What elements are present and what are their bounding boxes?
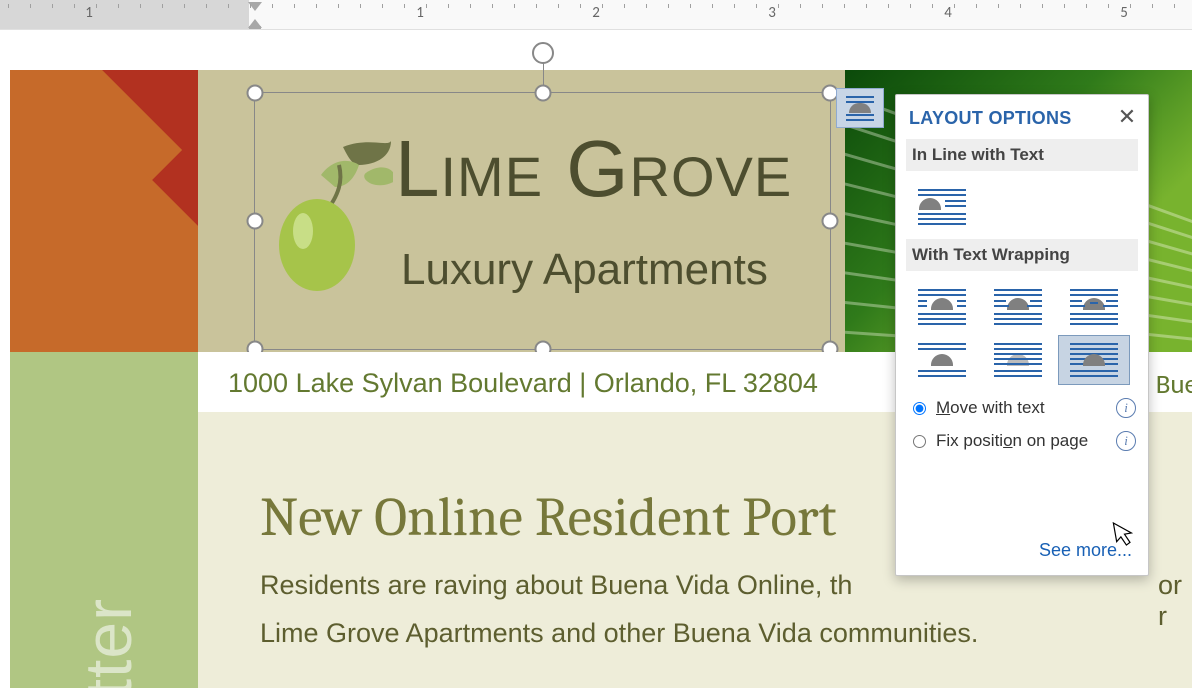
layout-options-flyout: LAYOUT OPTIONS ✕ In Line with Text With … xyxy=(895,94,1149,576)
layout-options-toggle[interactable] xyxy=(836,88,884,128)
wrap-behind-text[interactable] xyxy=(982,335,1054,385)
resize-handle-nw[interactable] xyxy=(247,85,264,102)
wrap-tight[interactable] xyxy=(982,281,1054,331)
resize-handle-n[interactable] xyxy=(534,85,551,102)
radio-fix-position-on-page[interactable] xyxy=(913,435,926,448)
layout-options-title: LAYOUT OPTIONS xyxy=(909,108,1072,128)
address-right-fragment: Bue xyxy=(1156,368,1192,401)
document-heading[interactable]: New Online Resident Port xyxy=(260,485,837,549)
info-icon[interactable]: i xyxy=(1116,398,1136,418)
ruler[interactable]: 112345 xyxy=(0,0,1192,30)
decorative-sidebar-red xyxy=(10,70,198,352)
section-with-text-wrapping: With Text Wrapping xyxy=(906,239,1138,271)
close-icon[interactable]: ✕ xyxy=(1116,107,1138,129)
info-icon[interactable]: i xyxy=(1116,431,1136,451)
selected-picture[interactable]: Lime Grove Luxury Apartments xyxy=(254,92,831,350)
radio-fix-position-label[interactable]: Fix position on page xyxy=(936,430,1088,453)
logo-title: Lime Grove xyxy=(395,123,792,215)
logo-subtitle: Luxury Apartments xyxy=(401,245,768,295)
wrap-inline-with-text[interactable] xyxy=(906,181,978,231)
document-paragraph-line2[interactable]: Lime Grove Apartments and other Buena Vi… xyxy=(260,618,1192,649)
lime-logo-icon xyxy=(273,135,393,305)
resize-handle-e[interactable] xyxy=(822,213,839,230)
wrap-square[interactable] xyxy=(906,281,978,331)
resize-handle-w[interactable] xyxy=(247,213,264,230)
wrap-top-and-bottom[interactable] xyxy=(906,335,978,385)
section-in-line-with-text: In Line with Text xyxy=(906,139,1138,171)
sidebar-vertical-text: etter xyxy=(70,598,146,688)
rotate-handle[interactable] xyxy=(532,42,554,64)
wrap-in-front-of-text[interactable] xyxy=(1058,335,1130,385)
wrap-through[interactable] xyxy=(1058,281,1130,331)
radio-move-with-text[interactable] xyxy=(913,402,926,415)
address-text: 1000 Lake Sylvan Boulevard | Orlando, FL… xyxy=(228,368,818,399)
left-indent[interactable] xyxy=(249,26,261,30)
radio-move-with-text-label[interactable]: Move with text xyxy=(936,397,1045,420)
